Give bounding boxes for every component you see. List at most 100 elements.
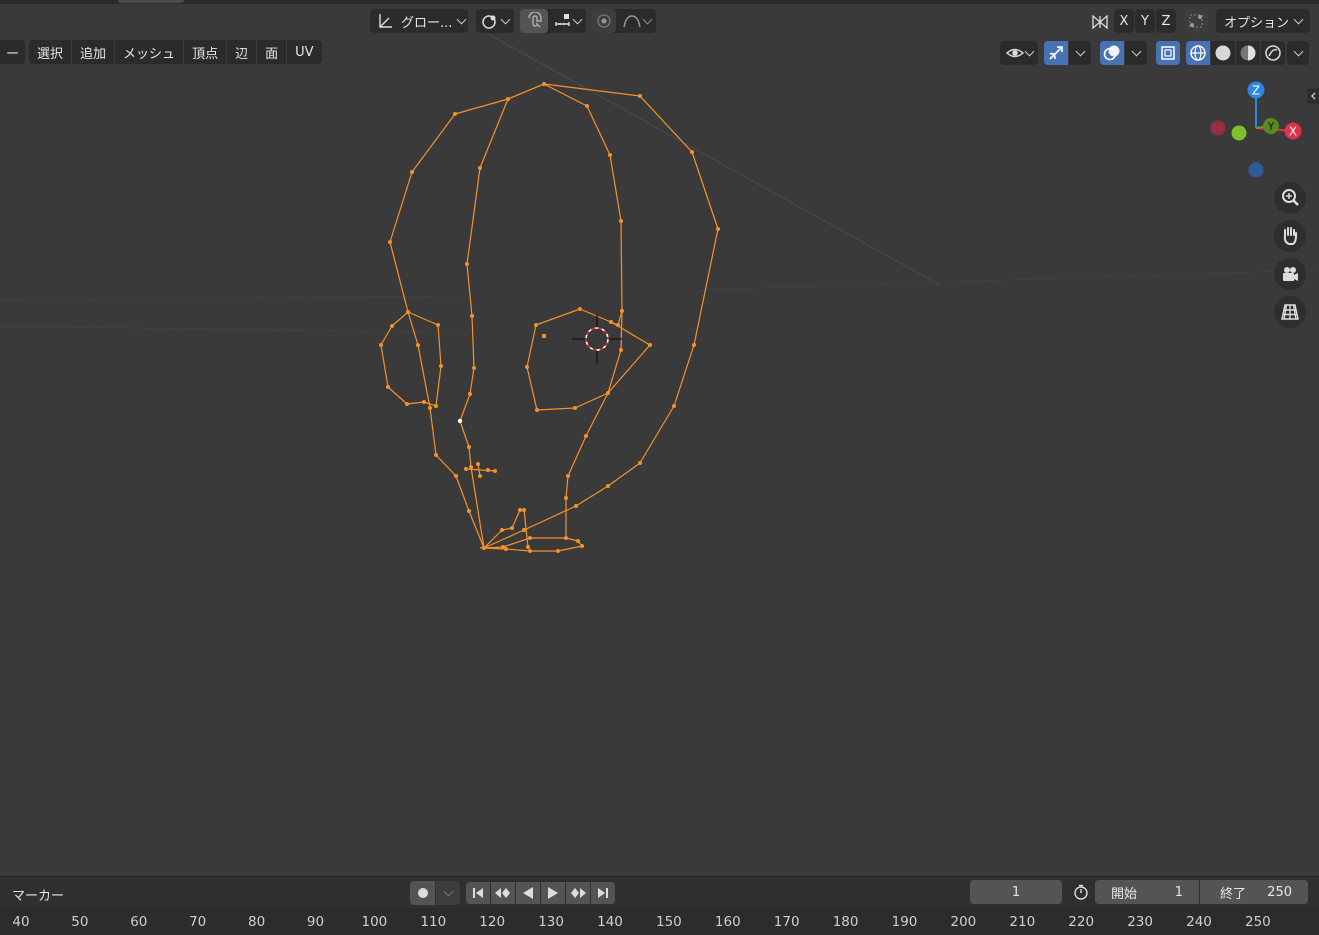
falloff-dropdown[interactable]: [617, 9, 656, 33]
start-frame-value: 1: [1174, 884, 1183, 900]
3d-viewport[interactable]: Y Z X: [0, 0, 1319, 876]
timeline-ruler[interactable]: 40 50 60 70 80 90 100 110 120 130 140 150 160 170 180 1…: [0, 908, 1319, 935]
use-preview-range-icon[interactable]: [1070, 881, 1092, 903]
sidebar-toggle-icon[interactable]: [1307, 88, 1319, 104]
jump-to-start-icon[interactable]: [466, 882, 490, 904]
snap-magnet-icon[interactable]: [520, 9, 548, 33]
auto-keying-record-icon[interactable]: [410, 881, 435, 905]
xray-toggle-icon[interactable]: [1156, 41, 1180, 65]
menu-face-label: 面: [265, 46, 279, 62]
transform-orientation-label: グロー...: [401, 15, 453, 31]
play-icon[interactable]: [541, 882, 565, 904]
axis-y-label: Y: [1141, 13, 1149, 29]
menu-bar: ー 選択 追加 メッシュ 頂点 辺 面 UV: [0, 40, 323, 65]
material-shading-icon[interactable]: [1236, 41, 1260, 65]
menu-select[interactable]: 選択: [29, 40, 72, 64]
ruler-tick-label: 120: [479, 914, 506, 930]
chevron-down-icon: [1131, 46, 1141, 57]
snap-target-dropdown[interactable]: [549, 9, 586, 33]
chevron-down-icon: [443, 886, 453, 897]
viewport-shading-bar: [998, 40, 1319, 66]
ruler-tick-label: 40: [12, 914, 30, 930]
pivot-icon: [482, 15, 496, 29]
mirror-x-toggle[interactable]: X: [1114, 9, 1134, 33]
chevron-down-icon: [456, 14, 467, 25]
mesh-wireframe[interactable]: [0, 0, 1319, 876]
options-dropdown[interactable]: オプション: [1216, 9, 1310, 33]
ruler-tick-label: 190: [891, 914, 918, 930]
viewport-header: グロー... X Y Z オプション: [0, 4, 1319, 38]
current-frame-field[interactable]: 1: [970, 880, 1062, 904]
pivot-point-dropdown[interactable]: [476, 9, 514, 33]
ruler-tick-label: 50: [71, 914, 89, 930]
camera-view-icon[interactable]: [1274, 258, 1306, 290]
ruler-tick-label: 200: [950, 914, 977, 930]
axis-x-label: X: [1119, 13, 1129, 29]
ortho-grid-icon[interactable]: [1274, 296, 1306, 328]
topology-mirror-icon[interactable]: [1184, 9, 1208, 33]
visibility-dropdown[interactable]: [1000, 41, 1038, 65]
ruler-tick-label: 220: [1068, 914, 1095, 930]
chevron-down-icon: [1024, 46, 1034, 57]
ruler-tick-label: 80: [248, 914, 266, 930]
ruler-tick-label: 240: [1186, 914, 1212, 930]
ruler-tick-label: 230: [1127, 914, 1153, 930]
menu-mesh[interactable]: メッシュ: [115, 40, 184, 64]
ruler-tick-label: 60: [130, 914, 148, 930]
gizmo-dropdown[interactable]: [1069, 41, 1091, 65]
marker-menu[interactable]: マーカー: [12, 885, 64, 904]
ruler-tick-label: 140: [597, 914, 623, 930]
ruler-tick-label: 250: [1245, 914, 1271, 930]
jump-to-prev-keyframe-icon[interactable]: [491, 882, 515, 904]
start-frame-field[interactable]: 開始 1: [1095, 880, 1199, 904]
menu-vertex[interactable]: 頂点: [184, 40, 227, 64]
orientation-axes-icon: [379, 14, 392, 28]
ruler-tick-label: 100: [361, 914, 388, 930]
proportional-edit-group: [592, 9, 656, 33]
proportional-edit-icon[interactable]: [592, 9, 616, 33]
zoom-icon[interactable]: [1274, 182, 1306, 214]
start-frame-label: 開始: [1111, 886, 1138, 902]
jump-to-end-icon[interactable]: [591, 882, 615, 904]
transform-orientation-dropdown[interactable]: グロー...: [370, 9, 468, 33]
play-reverse-icon[interactable]: [516, 882, 540, 904]
3d-cursor-icon[interactable]: [572, 314, 622, 364]
gizmo-z-label: Z: [1252, 84, 1260, 98]
overlays-toggle-icon[interactable]: [1100, 41, 1124, 65]
options-label: オプション: [1223, 15, 1289, 31]
end-frame-field[interactable]: 終了 250: [1200, 880, 1308, 904]
rendered-shading-icon[interactable]: [1261, 41, 1285, 65]
menu-mesh-label: メッシュ: [123, 46, 176, 62]
wireframe-shading-icon[interactable]: [1186, 41, 1210, 65]
ruler-tick-label: 70: [189, 914, 207, 930]
mirror-z-toggle[interactable]: Z: [1156, 9, 1176, 33]
snap-group: [520, 9, 586, 33]
mirror-y-toggle[interactable]: Y: [1135, 9, 1155, 33]
menu-view-label: ー: [6, 46, 20, 62]
keying-dropdown[interactable]: [436, 881, 460, 905]
menu-view[interactable]: ー: [0, 40, 26, 64]
overlays-dropdown[interactable]: [1125, 41, 1147, 65]
navigation-gizmo[interactable]: Y Z X: [1204, 76, 1314, 186]
solid-shading-icon[interactable]: [1211, 41, 1235, 65]
ruler-tick-label: 110: [420, 914, 447, 930]
menu-add[interactable]: 追加: [72, 40, 115, 64]
chevron-down-icon: [572, 14, 583, 25]
mirror-butterfly-icon[interactable]: [1090, 12, 1110, 32]
ruler-tick-label: 150: [656, 914, 682, 930]
menu-face[interactable]: 面: [257, 40, 287, 64]
shading-dropdown[interactable]: [1287, 41, 1309, 65]
gizmo-x-label: X: [1289, 125, 1297, 139]
jump-to-next-keyframe-icon[interactable]: [566, 882, 590, 904]
keying-group: [410, 881, 460, 905]
pan-hand-icon[interactable]: [1274, 220, 1306, 252]
falloff-curve-icon: [623, 15, 641, 28]
menu-uv-label: UV: [295, 44, 314, 60]
ruler-tick-label: 180: [832, 914, 859, 930]
menu-edge[interactable]: 辺: [227, 40, 257, 64]
chevron-down-icon: [500, 14, 511, 25]
menu-uv[interactable]: UV: [287, 40, 322, 64]
gizmo-toggle-icon[interactable]: [1044, 41, 1068, 65]
snap-increment-icon: [555, 14, 570, 26]
end-frame-value: 250: [1267, 884, 1292, 900]
